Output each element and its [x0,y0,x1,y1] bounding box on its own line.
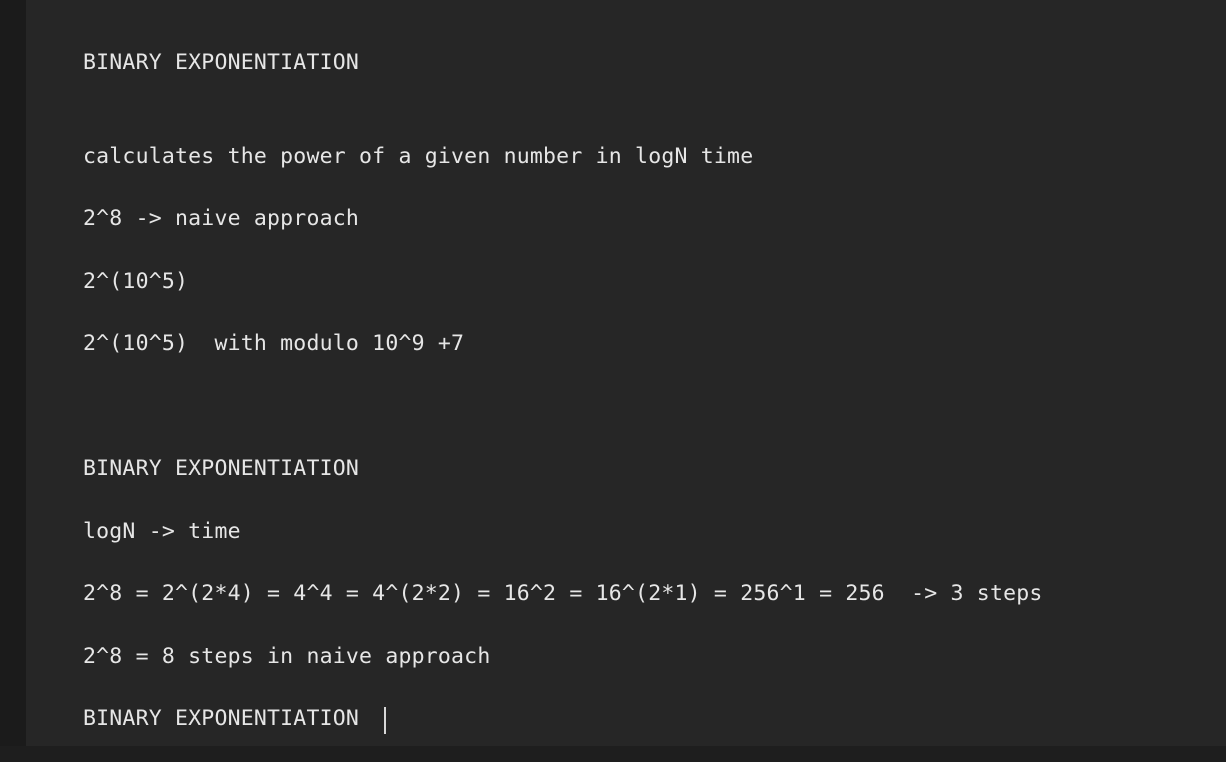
text-line: 2^8 = 8 steps in naive approach [83,644,491,669]
text-line: logN -> time [83,519,241,544]
left-margin [0,0,26,762]
text-line: calculates the power of a given number i… [83,144,754,169]
heading-line: BINARY EXPONENTIATION [83,50,360,75]
text-line: 2^8 -> naive approach [83,206,360,231]
heading-line: BINARY EXPONENTIATION [83,706,360,731]
bottom-edge [0,746,1226,762]
heading-line: BINARY EXPONENTIATION [83,456,360,481]
text-line: 2^(10^5) with modulo 10^9 +7 [83,331,465,356]
text-cursor [384,707,386,734]
text-line: 2^8 = 2^(2*4) = 4^4 = 4^(2*2) = 16^2 = 1… [83,581,1043,606]
text-line: 2^(10^5) [83,269,189,294]
